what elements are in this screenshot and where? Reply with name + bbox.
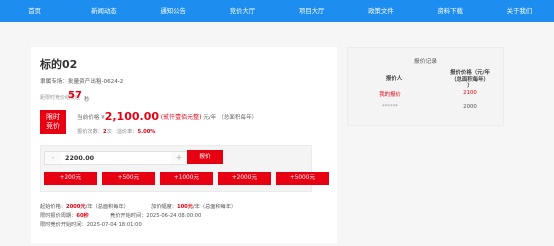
open-time: 竞价开始时间：2025-06-24 08:00:00	[110, 213, 202, 219]
increment-info: 加价幅度：100元/年（总面积每年）	[151, 203, 236, 210]
history-col-price: 报价价格（元/年 （总面积每年） ）	[440, 70, 500, 90]
bid-amount-stepper: - 2200.00 +	[44, 151, 188, 165]
history-col-price-line-3: ）	[467, 83, 473, 90]
increment-label: 加价幅度：	[151, 204, 177, 210]
history-row-1-price: 2100	[463, 90, 477, 96]
current-price-row: 当前价格 ¥2,100.00 (贰仟壹佰元整) 元/年 （总面积每年）	[77, 110, 257, 123]
top-nav: 首页 新闻动态 通知公告 竞价大厅 项目大厅 政策文件 资料下载 关于我们	[0, 0, 554, 22]
history-col-price-line-1: 报价价格（元/年	[450, 70, 490, 76]
cycle-label: 限时报价周期：	[40, 213, 77, 219]
premium-label: 溢价率：	[116, 129, 138, 135]
premium-rate: 5.00%	[137, 129, 156, 135]
increment: 100元	[176, 204, 193, 210]
quick-add-500-button[interactable]: +500元	[102, 172, 155, 185]
decrease-button[interactable]: -	[45, 152, 61, 164]
submit-bid-button[interactable]: 报价	[187, 150, 223, 164]
current-price: 2,100.00	[104, 110, 159, 123]
bid-amount-input[interactable]: 2200.00	[61, 154, 171, 162]
quick-add-2000-button[interactable]: +2000元	[218, 172, 271, 185]
nav-home[interactable]: 首页	[0, 0, 69, 22]
nav-downloads[interactable]: 资料下载	[416, 0, 485, 22]
lot-title: 标的02	[40, 58, 78, 71]
nav-about[interactable]: 关于我们	[485, 0, 554, 22]
start-price-info: 起始价格：2000元/年（总面积每年）	[40, 203, 129, 210]
current-price-cn: (贰仟壹佰元整)	[160, 114, 202, 121]
limit-start-time: 限时竞价开始时间：2025-07-04 18:01:00	[40, 222, 142, 228]
quick-add-200-button[interactable]: +200元	[44, 172, 97, 185]
current-price-label: 当前价格 ¥	[77, 115, 105, 121]
increment-unit: /年（总面积每年）	[192, 204, 237, 210]
bid-count-unit: 次	[106, 129, 112, 135]
history-col-bidder: 报价人	[385, 76, 403, 82]
bid-meta-row: 报价次数：2次 溢价率：5.00%	[77, 128, 156, 135]
history-row-2-price: 2000	[463, 104, 477, 110]
cycle-info: 限时报价周期：60秒	[40, 212, 89, 219]
quick-add-1000-button[interactable]: +1000元	[160, 172, 213, 185]
countdown-value: 57	[68, 90, 82, 101]
nav-notices[interactable]: 通知公告	[139, 0, 208, 22]
increase-button[interactable]: +	[171, 152, 187, 164]
badge-line-1: 限时	[46, 113, 60, 121]
cycle: 60秒	[76, 213, 89, 219]
session-name[interactable]: 隶属专场：批量资产出租-0624-2	[40, 77, 123, 85]
quick-add-5000-button[interactable]: +5000元	[276, 172, 329, 185]
nav-news[interactable]: 新闻动态	[69, 0, 138, 22]
countdown-unit: 秒	[84, 97, 90, 103]
start-price-label: 起始价格：	[40, 204, 66, 210]
limited-time-badge: 限时 竞价	[40, 110, 66, 134]
bid-count-label: 报价次数：	[77, 129, 103, 135]
history-title: 报价记录	[413, 59, 438, 65]
current-price-unit: 元/年 （总面积每年）	[203, 115, 258, 121]
start-price-unit: /年（总面积每年）	[85, 204, 129, 210]
badge-line-2: 竞价	[46, 121, 60, 130]
start-price: 2000元	[65, 204, 86, 210]
history-row-1-bidder: 我的报价	[379, 92, 401, 98]
nav-project-hall[interactable]: 项目大厅	[277, 0, 346, 22]
nav-policy-files[interactable]: 政策文件	[346, 0, 415, 22]
nav-bidding-hall[interactable]: 竞价大厅	[208, 0, 277, 22]
history-row-2-bidder: ******	[381, 104, 399, 110]
